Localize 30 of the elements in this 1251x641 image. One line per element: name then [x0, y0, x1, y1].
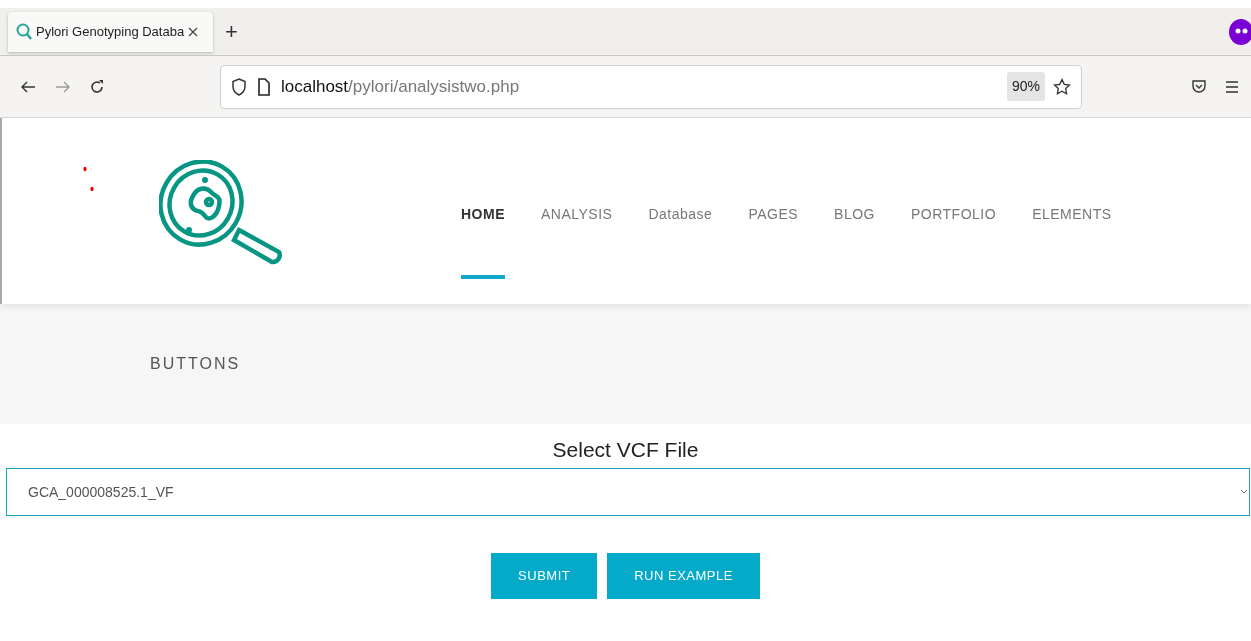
nav-link[interactable]: PORTFOLIO	[911, 204, 997, 279]
zoom-level[interactable]: 90%	[1006, 72, 1045, 101]
reload-icon[interactable]	[89, 78, 105, 95]
browser-tab[interactable]: Pylori Genotyping Databa	[8, 11, 213, 52]
select-value: GCA_000008525.1_VF	[28, 482, 175, 502]
nav-link[interactable]: Database	[648, 204, 713, 279]
menu-icon[interactable]	[1225, 79, 1239, 94]
form-label: Select VCF File	[552, 437, 699, 463]
nav-link[interactable]: BLOG	[834, 204, 875, 279]
star-icon[interactable]	[1053, 77, 1071, 96]
nav-link[interactable]: ELEMENTS	[1032, 204, 1112, 279]
shield-icon[interactable]	[231, 77, 247, 96]
close-icon[interactable]	[188, 26, 199, 37]
new-tab-button[interactable]: +	[225, 15, 238, 48]
nav-link[interactable]: HOME	[461, 204, 505, 279]
url-text: localhost/pylori/analysistwo.php	[281, 75, 520, 98]
avatar-icon[interactable]	[1229, 17, 1251, 46]
address-bar[interactable]: localhost/pylori/analysistwo.php 90%	[220, 64, 1082, 109]
magnifier-icon	[16, 22, 32, 41]
nav-link[interactable]: ANALYSIS	[541, 204, 613, 279]
dots-drawing	[82, 166, 94, 192]
nav-link[interactable]: PAGES	[748, 204, 799, 279]
page-icon	[257, 77, 271, 96]
form-button[interactable]: SUBMIT	[491, 553, 598, 599]
page-heading: BUTTONS	[150, 354, 241, 374]
vcf-select[interactable]: GCA_000008525.1_VF	[6, 468, 1250, 516]
tab-title: Pylori Genotyping Databa	[36, 22, 185, 41]
pocket-icon[interactable]	[1191, 78, 1207, 95]
chevron-icon	[1241, 489, 1247, 495]
form-button[interactable]: RUN EXAMPLE	[607, 553, 760, 599]
